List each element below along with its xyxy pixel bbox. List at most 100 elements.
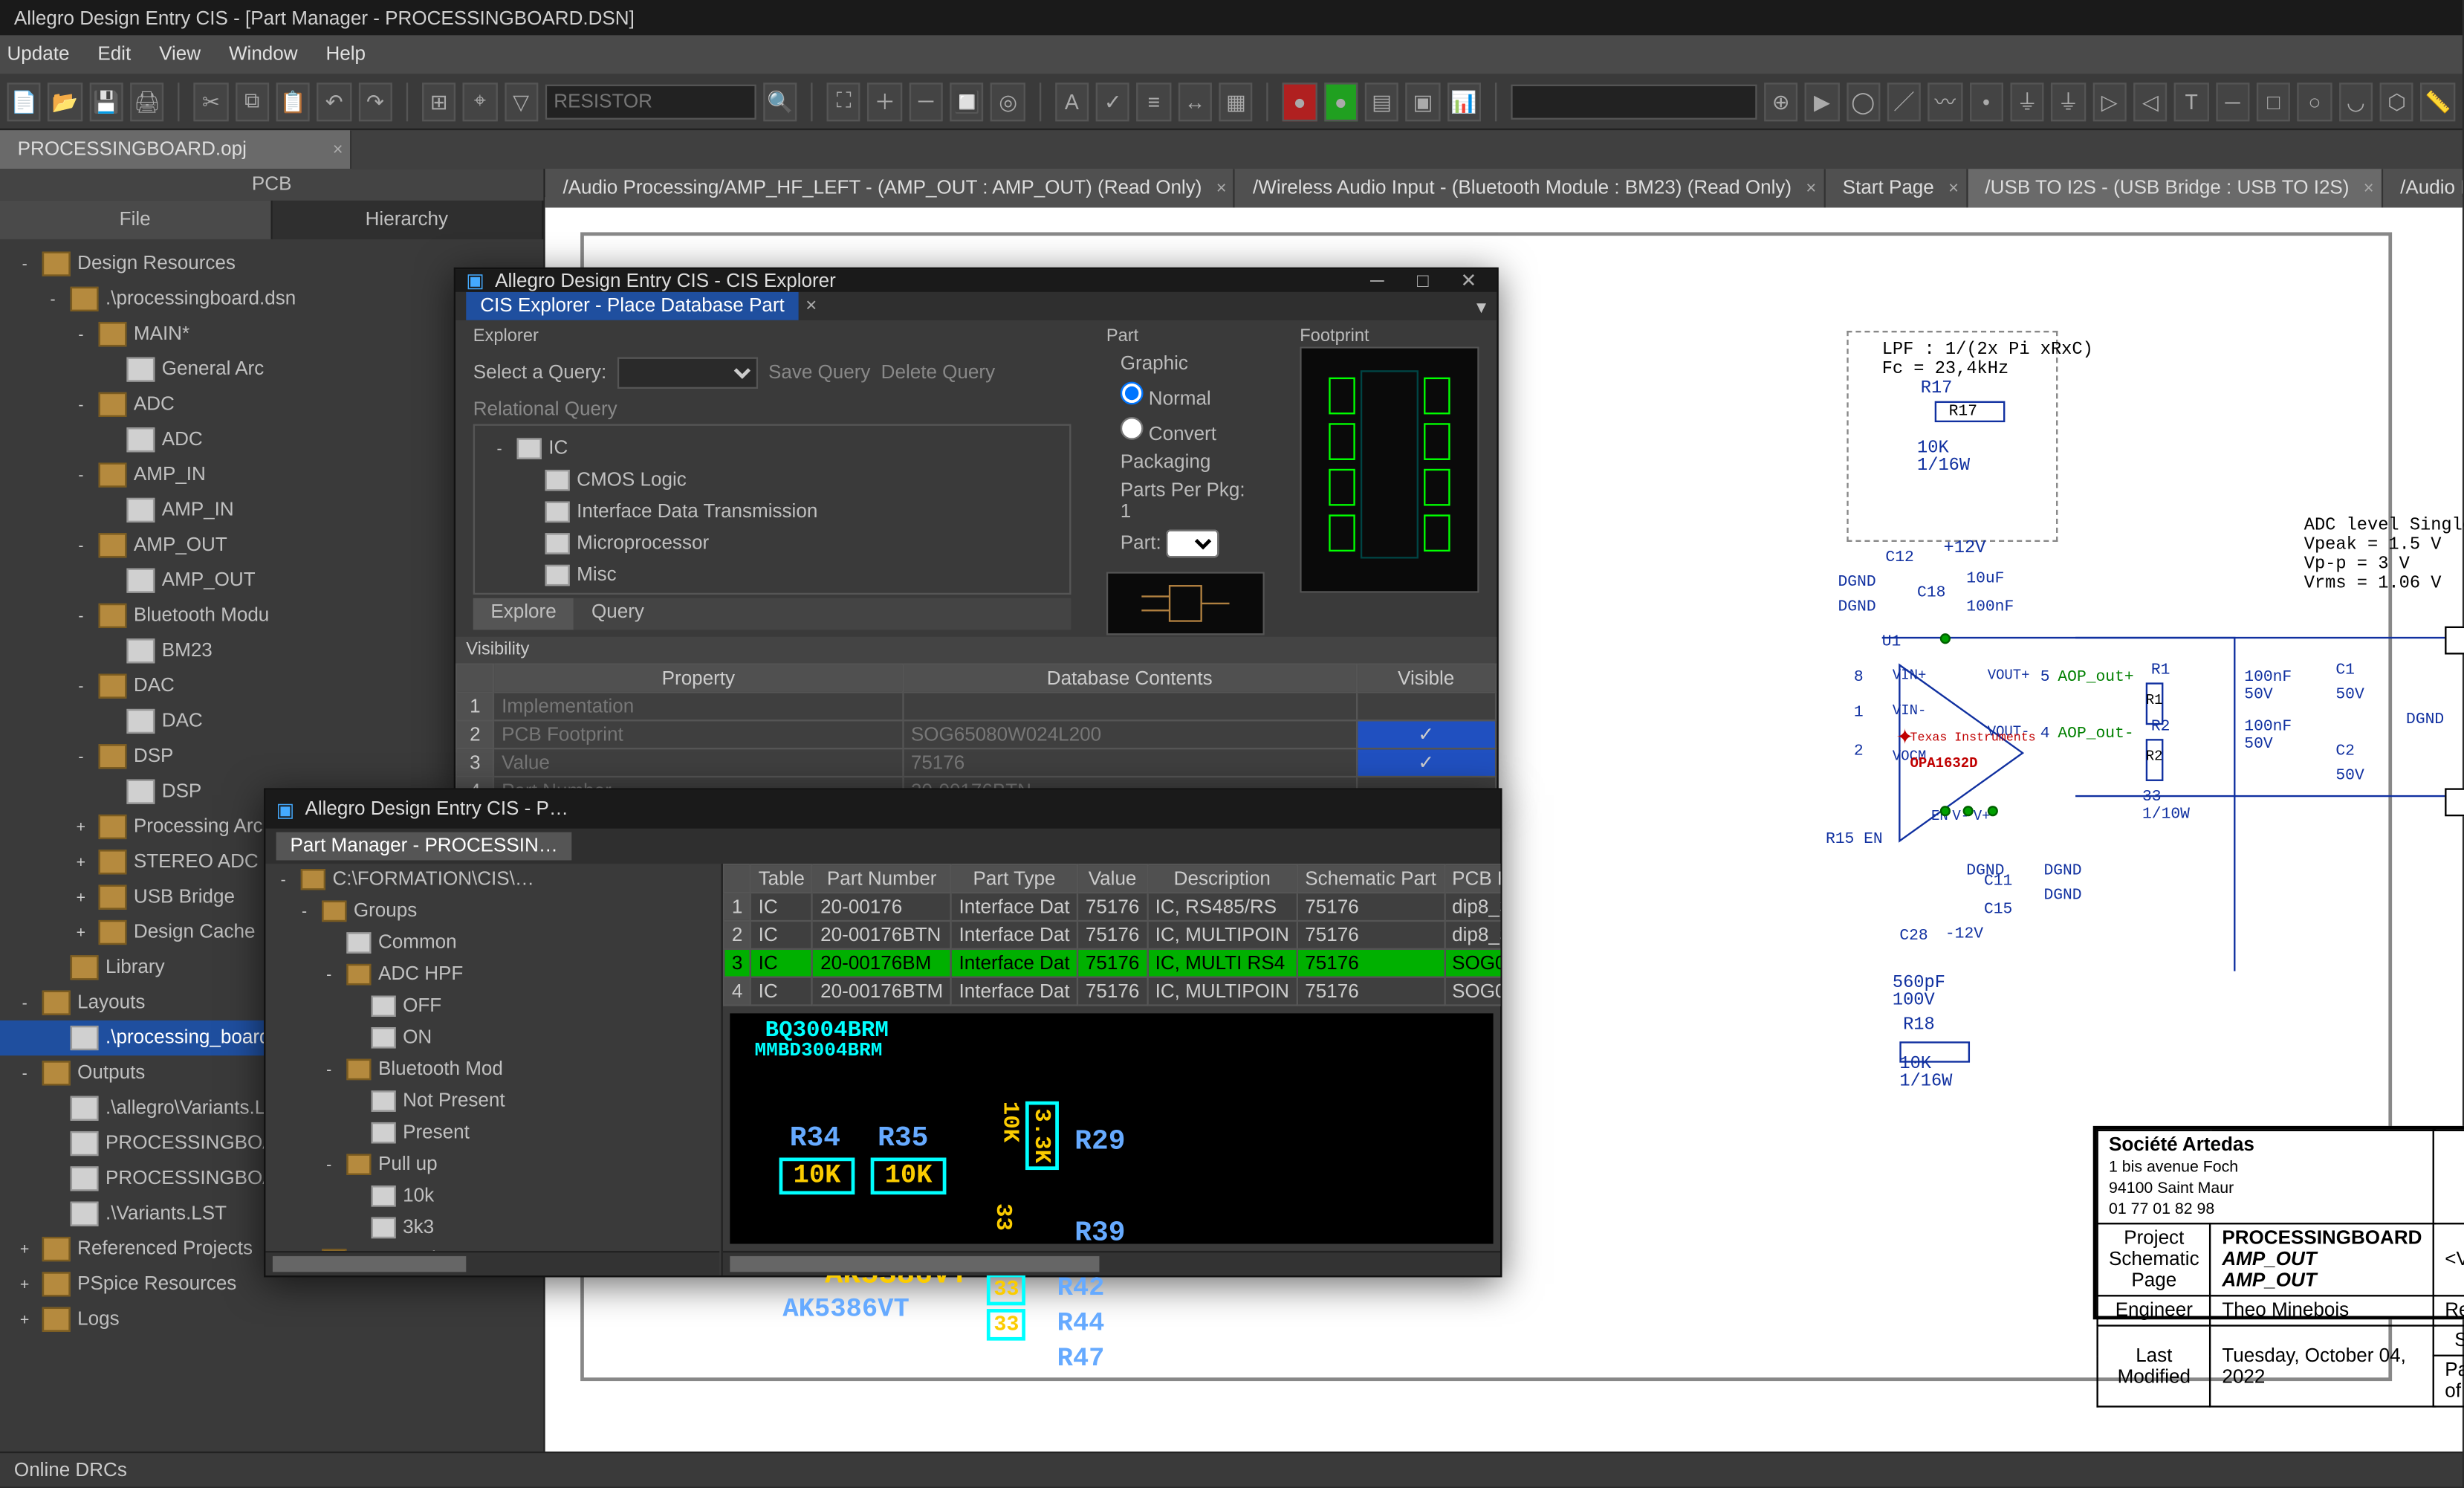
report-icon[interactable]: 📊 [1447, 82, 1481, 120]
line-icon[interactable]: ─ [2216, 82, 2250, 120]
rect-icon[interactable]: □ [2257, 82, 2291, 120]
close-icon[interactable]: × [1216, 178, 1227, 198]
copy-icon[interactable]: ⧉ [235, 82, 269, 120]
zoom-area-icon[interactable]: 🔲 [950, 82, 984, 120]
partmgr-grid[interactable]: TablePart NumberPart TypeValueDescriptio… [723, 864, 1500, 1006]
open-icon[interactable]: 📂 [48, 82, 82, 120]
cis-tree-item[interactable]: Interface Data Transmission [482, 496, 1063, 528]
zoom-out-icon[interactable]: － [909, 82, 943, 120]
cis-tab[interactable]: CIS Explorer - Place Database Part [466, 292, 798, 320]
power-icon[interactable]: ⏚ [2010, 82, 2044, 120]
partmgr-tree-item[interactable]: OFF [265, 991, 721, 1023]
measure-icon[interactable]: 📏 [2421, 82, 2455, 120]
partmgr-tree-item[interactable]: Present [265, 1117, 721, 1149]
play-icon[interactable]: ▶ [1805, 82, 1839, 120]
document-tab[interactable]: /Audio Processing/DAC_STEREO - (DAC : DA… [2382, 169, 2462, 207]
partmgr-tree-item[interactable]: 3k3 [265, 1212, 721, 1244]
query-select[interactable] [617, 358, 757, 389]
maximize-icon[interactable]: □ [1405, 270, 1440, 291]
undo-icon[interactable]: ↶ [317, 82, 351, 120]
document-tab[interactable]: /Wireless Audio Input - (Bluetooth Modul… [1235, 169, 1825, 207]
part-search-input[interactable] [545, 83, 756, 118]
explore-tab[interactable]: Explore [473, 598, 574, 630]
cis-tree-item[interactable]: -IC [482, 433, 1063, 465]
arc-icon[interactable]: ◡ [2338, 82, 2373, 120]
variant-red-icon[interactable]: ● [1283, 82, 1317, 120]
filter-icon[interactable]: ▽ [504, 82, 538, 120]
close-icon[interactable]: ✕ [1451, 269, 1486, 292]
document-tab[interactable]: Start Page× [1825, 169, 1968, 207]
poly-icon[interactable]: ⬡ [2380, 82, 2414, 120]
close-icon[interactable]: × [2364, 178, 2374, 198]
cis-tree-item[interactable]: CMOS Logic [482, 465, 1063, 496]
snap-icon[interactable]: ⌖ [463, 82, 497, 120]
partmgr-tree-item[interactable]: -Groups [265, 896, 721, 928]
drc-icon[interactable]: ✓ [1096, 82, 1130, 120]
port-icon[interactable]: ▷ [2092, 82, 2127, 120]
menu-view[interactable]: View [159, 44, 201, 65]
wire-icon[interactable]: ／ [1887, 82, 1922, 120]
minimize-icon[interactable]: ─ [1360, 270, 1395, 291]
new-icon[interactable]: 📄 [7, 82, 41, 120]
variant-green-icon[interactable]: ● [1323, 82, 1358, 120]
project-tab[interactable]: PROCESSINGBOARD.opj × [0, 130, 351, 169]
partmgr-tree-item[interactable]: Not Present [265, 1085, 721, 1117]
menu-help[interactable]: Help [325, 44, 366, 65]
tree-item[interactable]: +Logs [0, 1302, 543, 1337]
partmgr-tree-item[interactable]: -Bluetooth Mod [265, 1054, 721, 1086]
cis-tree-item[interactable]: Misc [482, 560, 1063, 592]
out-n-port[interactable] [2445, 788, 2464, 816]
add-part-icon[interactable]: ⊕ [1764, 82, 1798, 120]
tab-file[interactable]: File [0, 201, 272, 239]
partmgr-tree-item[interactable]: -Pull up [265, 1149, 721, 1181]
cis-category-tree[interactable]: -ICCMOS LogicInterface Data Transmission… [473, 424, 1071, 595]
close-icon[interactable]: × [1948, 178, 1959, 198]
zoom-all-icon[interactable]: ◎ [991, 82, 1025, 120]
grid-icon[interactable]: ⊞ [422, 82, 456, 120]
partmgr-tree-item[interactable]: 10k [265, 1180, 721, 1212]
document-tab[interactable]: /USB TO I2S - (USB Bridge : USB TO I2S)× [1968, 169, 2383, 207]
zoom-fit-icon[interactable]: ⛶ [827, 82, 861, 120]
partmgr-tree-item[interactable]: ON [265, 1022, 721, 1054]
close-icon[interactable]: × [1806, 178, 1816, 198]
convert-radio[interactable] [1121, 417, 1144, 440]
place-icon[interactable]: ▣ [1406, 82, 1440, 120]
menu-edit[interactable]: Edit [97, 44, 131, 65]
menu-window[interactable]: Window [229, 44, 298, 65]
offpage-icon[interactable]: ◁ [2133, 82, 2168, 120]
delete-query-button[interactable]: Delete Query [881, 363, 995, 384]
zoom-in-icon[interactable]: ＋ [868, 82, 902, 120]
query-tab[interactable]: Query [574, 598, 661, 630]
stop-icon[interactable]: ◯ [1846, 82, 1880, 120]
crossprobe-icon[interactable]: ↔ [1178, 82, 1212, 120]
part-manager-window[interactable]: ▣ Allegro Design Entry CIS - P… Part Man… [264, 788, 1502, 1277]
ground-icon[interactable]: ⏚ [2052, 82, 2086, 120]
partmgr-tree-hscroll[interactable] [265, 1251, 719, 1275]
netlist-icon[interactable]: ≡ [1137, 82, 1171, 120]
out-p-port[interactable] [2445, 627, 2464, 655]
partmgr-hscroll[interactable] [723, 1251, 1500, 1275]
part-inst-select[interactable] [1167, 529, 1219, 557]
dropdown-icon[interactable]: ▾ [1476, 294, 1486, 317]
pcb-preview[interactable]: BQ3004BRM MMBD3004BRM R34 R35 10K 10K 10… [730, 1013, 1493, 1243]
annotate-icon[interactable]: A [1054, 82, 1089, 120]
save-query-button[interactable]: Save Query [768, 363, 871, 384]
redo-icon[interactable]: ↷ [358, 82, 392, 120]
cis-tree-item[interactable]: TTL Logic [482, 591, 1063, 595]
tab-close-icon[interactable]: × [805, 296, 817, 317]
tab-hierarchy[interactable]: Hierarchy [272, 201, 544, 239]
layer-icon[interactable]: ▤ [1365, 82, 1399, 120]
cis-tree-item[interactable]: Microprocessor [482, 528, 1063, 560]
text-icon[interactable]: T [2174, 82, 2208, 120]
print-icon[interactable]: 🖨 [130, 82, 164, 120]
partmgr-tree-item[interactable]: -ADC HPF [265, 959, 721, 991]
menu-update[interactable]: Update [7, 44, 69, 65]
paste-icon[interactable]: 📋 [276, 82, 310, 120]
partmgr-tree-item[interactable]: Common [265, 927, 721, 959]
circle-icon[interactable]: ○ [2298, 82, 2332, 120]
bom-icon[interactable]: ▦ [1219, 82, 1253, 120]
partmgr-tree[interactable]: -C:\FORMATION\CIS\… -Groups Common-ADC H… [265, 864, 722, 1275]
partmgr-subtitle[interactable]: Part Manager - PROCESSIN… [276, 832, 572, 861]
bus-icon[interactable]: 〰 [1928, 82, 1962, 120]
search-icon[interactable]: 🔍 [763, 82, 797, 120]
